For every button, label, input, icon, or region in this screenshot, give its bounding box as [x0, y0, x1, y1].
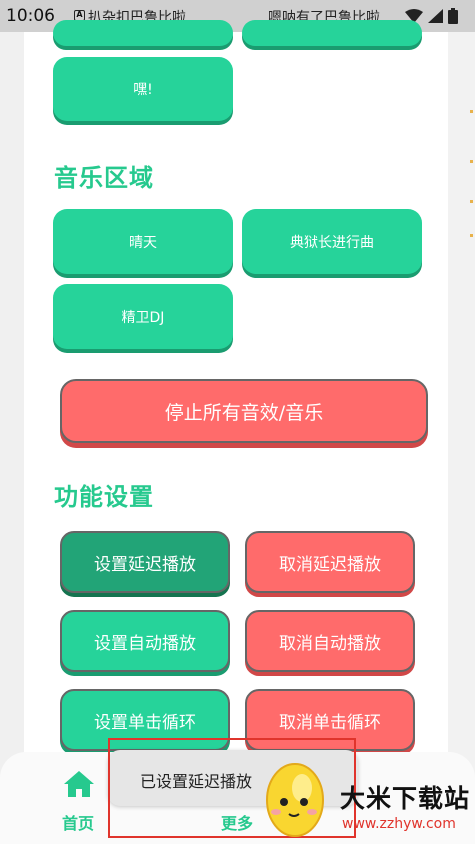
- cancel-delay-button[interactable]: 取消延迟播放: [245, 531, 415, 593]
- watermark-title: 大米下载站: [340, 784, 471, 813]
- settings-section-title: 功能设置: [54, 483, 154, 511]
- watermark-url: www.zzhyw.com: [342, 816, 456, 832]
- music-button-warden-march[interactable]: 典狱长进行曲: [242, 209, 422, 274]
- music-button-sunny[interactable]: 晴天: [53, 209, 233, 274]
- edge-marker: [470, 200, 473, 203]
- signal-icon: [428, 9, 443, 23]
- music-section-title: 音乐区域: [54, 164, 154, 192]
- sound-button-partial-left[interactable]: [53, 20, 233, 46]
- cancel-auto-button[interactable]: 取消自动播放: [245, 610, 415, 672]
- sound-button-partial-right[interactable]: [242, 20, 422, 46]
- set-auto-button[interactable]: 设置自动播放: [60, 610, 230, 672]
- edge-marker: [470, 234, 473, 237]
- status-time: 10:06: [6, 6, 55, 26]
- music-button-jingwei-dj[interactable]: 精卫DJ: [53, 284, 233, 349]
- nav-home-label[interactable]: 首页: [62, 810, 94, 834]
- left-gutter: [0, 32, 24, 844]
- watermark-mascot-icon: [266, 763, 324, 837]
- right-gutter: [448, 32, 475, 844]
- battery-icon: [448, 8, 458, 24]
- stop-all-button[interactable]: 停止所有音效/音乐: [60, 379, 428, 443]
- edge-marker: [470, 160, 473, 163]
- edge-marker: [470, 110, 473, 113]
- home-icon[interactable]: [63, 770, 95, 798]
- set-delay-button[interactable]: 设置延迟播放: [60, 531, 230, 593]
- sound-button-hey[interactable]: 嘿!: [53, 57, 233, 121]
